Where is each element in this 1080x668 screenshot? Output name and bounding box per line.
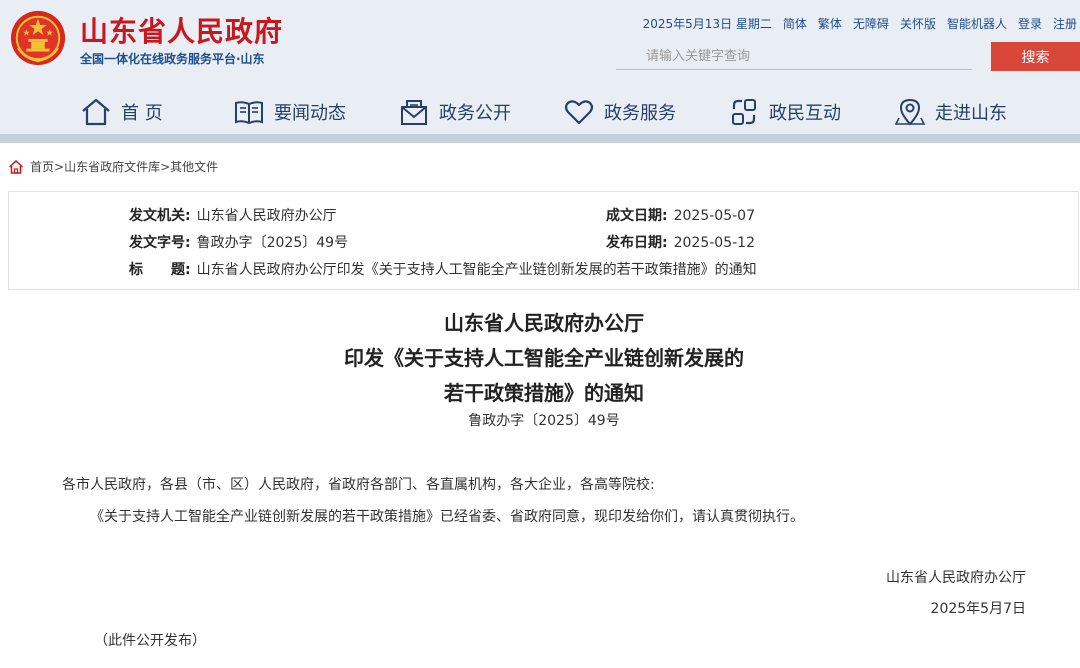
envelope-icon: [401, 100, 427, 125]
document-number: 鲁政办字〔2025〕49号: [468, 413, 620, 429]
meta-title: 标 题: 山东省人民政府办公厅印发《关于支持人工智能全产业链创新发展的若干政策措施…: [129, 259, 757, 279]
meta-doc-number-key: 发文字号:: [129, 235, 191, 251]
document-title-line: 山东省人民政府办公厅: [444, 311, 644, 335]
link-accessibility[interactable]: 无障碍: [853, 15, 889, 32]
home-icon: [8, 159, 24, 174]
nav-about-shandong[interactable]: 走进山东: [894, 90, 1007, 134]
nav-home-label: 首 页: [121, 103, 163, 124]
meta-created-date: 成文日期: 2025-05-07: [606, 205, 755, 225]
nav-news-label: 要闻动态: [274, 103, 346, 124]
site-header: 山东省人民政府 全国一体化在线政务服务平台·山东 2025年5月13日 星期二 …: [0, 0, 1080, 136]
sign-date: 2025年5月7日: [930, 601, 1026, 617]
search-button[interactable]: 搜索: [991, 42, 1080, 71]
document-title: 山东省人民政府办公厅 印发《关于支持人工智能全产业链创新发展的 若干政策措施》的…: [0, 306, 1080, 411]
national-emblem-icon: [10, 10, 66, 66]
meta-published-date: 发布日期: 2025-05-12: [606, 232, 755, 252]
breadcrumb-home[interactable]: 首页: [30, 160, 54, 174]
meta-doc-number: 发文字号: 鲁政办字〔2025〕49号: [129, 232, 348, 252]
nav-divider: [0, 134, 1080, 143]
signature: 山东省人民政府办公厅: [886, 570, 1026, 586]
nav-about-shandong-label: 走进山东: [935, 103, 1007, 124]
link-register[interactable]: 注册: [1053, 15, 1077, 32]
link-care-version[interactable]: 关怀版: [900, 15, 936, 32]
nav-gov-service[interactable]: 政务服务: [563, 90, 676, 134]
heart-icon: [564, 100, 594, 125]
meta-issuer: 发文机关: 山东省人民政府办公厅: [129, 205, 337, 225]
home-icon: [82, 98, 110, 126]
link-traditional[interactable]: 繁体: [818, 15, 842, 32]
meta-created-value: 2025-05-07: [673, 208, 755, 224]
meta-published-value: 2025-05-12: [673, 235, 755, 251]
meta-doc-number-value: 鲁政办字〔2025〕49号: [196, 235, 349, 251]
main-nav: 首 页 要闻动态 政务公开 政务服务 政民互动 走进山东: [0, 90, 1080, 134]
meta-issuer-value: 山东省人民政府办公厅: [196, 208, 337, 224]
body-paragraph: 《关于支持人工智能全产业链创新发展的若干政策措施》已经省委、省政府同意，现印发给…: [90, 509, 804, 525]
document-meta-box: 发文机关: 山东省人民政府办公厅 发文字号: 鲁政办字〔2025〕49号 标 题: 山…: [8, 191, 1079, 290]
nav-gov-open[interactable]: 政务公开: [398, 90, 511, 134]
link-simplified[interactable]: 简体: [783, 15, 807, 32]
link-smart-robot[interactable]: 智能机器人: [947, 15, 1007, 32]
breadcrumb-file-library[interactable]: 山东省政府文件库: [64, 160, 160, 174]
document-title-line: 若干政策措施》的通知: [444, 381, 644, 405]
site-subtitle[interactable]: 全国一体化在线政务服务平台·山东: [80, 50, 265, 67]
nav-news[interactable]: 要闻动态: [233, 90, 346, 134]
breadcrumb-other-files[interactable]: 其他文件: [170, 160, 218, 174]
nav-interaction-label: 政民互动: [769, 103, 841, 124]
meta-published-key: 发布日期:: [606, 235, 668, 251]
meta-title-key: 标 题:: [129, 262, 191, 278]
breadcrumb: 首页>山东省政府文件库>其他文件: [8, 158, 218, 175]
nav-home[interactable]: 首 页: [80, 90, 163, 134]
location-icon: [894, 98, 926, 126]
publication-note: （此件公开发布）: [94, 633, 206, 649]
salutation: 各市人民政府，各县（市、区）人民政府，省政府各部门、各直属机构，各大企业，各高等…: [62, 477, 655, 493]
breadcrumb-separator: >: [160, 160, 171, 174]
exchange-icon: [732, 99, 756, 125]
meta-title-value: 山东省人民政府办公厅印发《关于支持人工智能全产业链创新发展的若干政策措施》的通知: [196, 262, 757, 278]
link-login[interactable]: 登录: [1018, 15, 1042, 32]
nav-interaction[interactable]: 政民互动: [728, 90, 841, 134]
nav-gov-open-label: 政务公开: [439, 103, 511, 124]
top-links: 2025年5月13日 星期二 简体 繁体 无障碍 关怀版 智能机器人 登录 注册: [643, 15, 1077, 32]
meta-created-key: 成文日期:: [606, 208, 668, 224]
nav-gov-service-label: 政务服务: [604, 103, 676, 124]
meta-issuer-key: 发文机关:: [129, 208, 191, 224]
current-date: 2025年5月13日 星期二: [642, 17, 772, 31]
document-title-line: 印发《关于支持人工智能全产业链创新发展的: [344, 346, 744, 370]
search-input[interactable]: [616, 43, 972, 70]
breadcrumb-separator: >: [54, 160, 65, 174]
site-title[interactable]: 山东省人民政府: [80, 10, 283, 50]
book-icon: [235, 101, 263, 125]
